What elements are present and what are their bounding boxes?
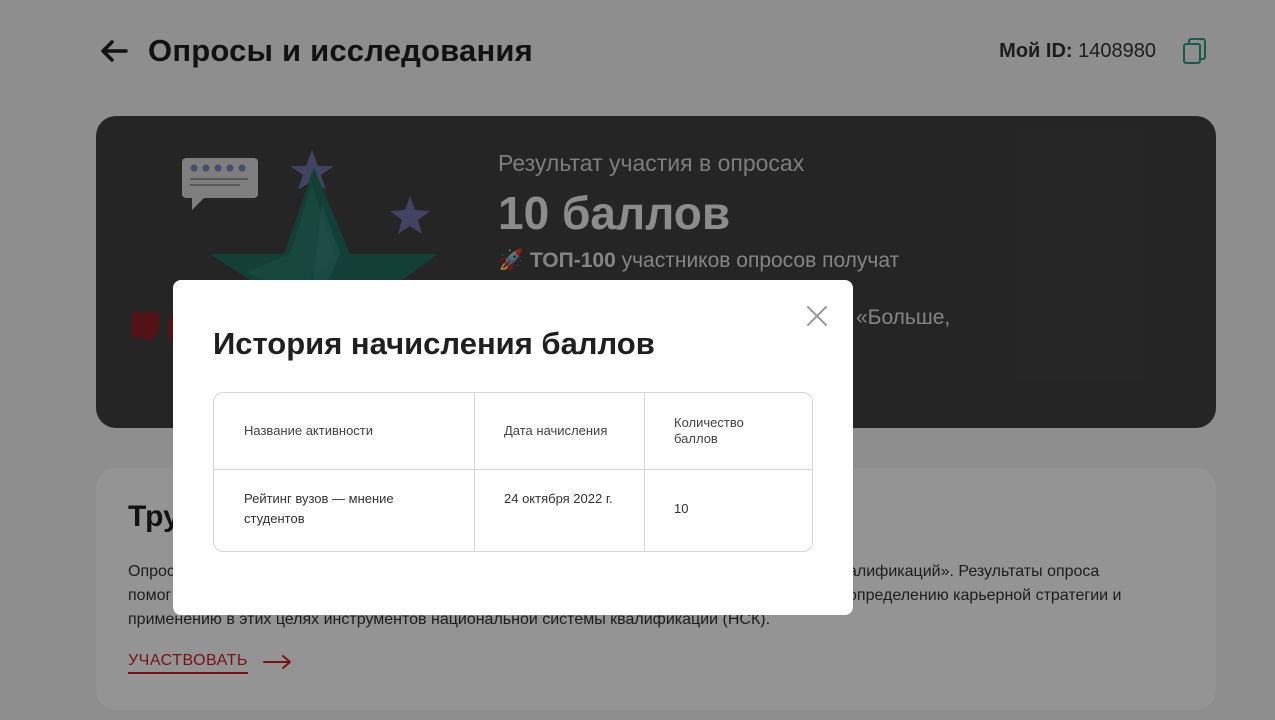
modal-title: История начисления баллов xyxy=(213,326,655,361)
table-divider xyxy=(474,393,475,551)
points-history-table: Название активности Дата начисления Коли… xyxy=(213,392,813,552)
table-cell-points: 10 xyxy=(674,501,689,516)
table-divider xyxy=(644,393,645,551)
column-header-activity: Название активности xyxy=(244,423,374,438)
close-icon[interactable] xyxy=(805,304,829,328)
table-cell-date: 24 октября 2022 г. xyxy=(504,491,613,506)
column-header-points: Количество баллов xyxy=(674,415,744,446)
page: Опросы и исследования Мой ID: 1408980 Ре… xyxy=(0,0,1275,720)
column-header-date: Дата начисления xyxy=(504,423,608,438)
points-history-modal: История начисления баллов Название актив… xyxy=(173,280,853,615)
table-divider xyxy=(214,469,812,470)
table-cell-activity: Рейтинг вузов — мнение студентов xyxy=(244,491,394,526)
